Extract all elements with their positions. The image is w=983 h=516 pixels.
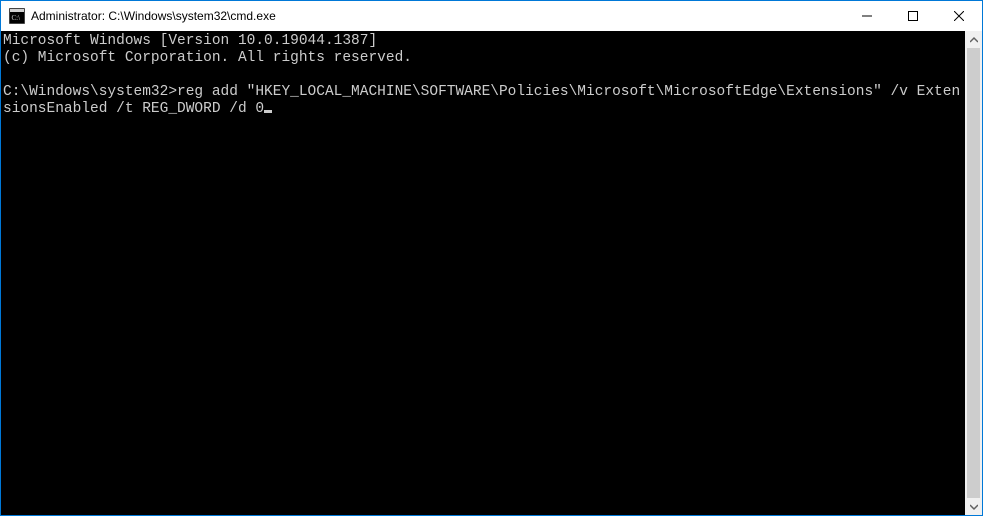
window-controls — [844, 1, 982, 31]
maximize-button[interactable] — [890, 1, 936, 31]
svg-text:C:\: C:\ — [12, 14, 21, 22]
close-icon — [954, 11, 964, 21]
cmd-icon: C:\ — [9, 8, 25, 24]
maximize-icon — [908, 11, 918, 21]
terminal-prompt: C:\Windows\system32> — [3, 84, 177, 100]
cmd-window: C:\ Administrator: C:\Windows\system32\c… — [0, 0, 983, 516]
client-area: Microsoft Windows [Version 10.0.19044.13… — [1, 31, 982, 515]
terminal-output[interactable]: Microsoft Windows [Version 10.0.19044.13… — [1, 31, 965, 515]
close-button[interactable] — [936, 1, 982, 31]
minimize-button[interactable] — [844, 1, 890, 31]
cursor — [264, 110, 272, 113]
terminal-header-line1: Microsoft Windows [Version 10.0.19044.13… — [3, 33, 377, 49]
vertical-scrollbar[interactable] — [965, 31, 982, 515]
chevron-up-icon — [970, 36, 978, 44]
minimize-icon — [862, 11, 872, 21]
scroll-up-button[interactable] — [965, 31, 982, 48]
titlebar[interactable]: C:\ Administrator: C:\Windows\system32\c… — [1, 1, 982, 31]
scroll-down-button[interactable] — [965, 498, 982, 515]
window-title: Administrator: C:\Windows\system32\cmd.e… — [31, 9, 844, 23]
scrollbar-thumb[interactable] — [967, 48, 980, 498]
scrollbar-track[interactable] — [965, 48, 982, 498]
terminal-header-line2: (c) Microsoft Corporation. All rights re… — [3, 50, 412, 66]
chevron-down-icon — [970, 503, 978, 511]
